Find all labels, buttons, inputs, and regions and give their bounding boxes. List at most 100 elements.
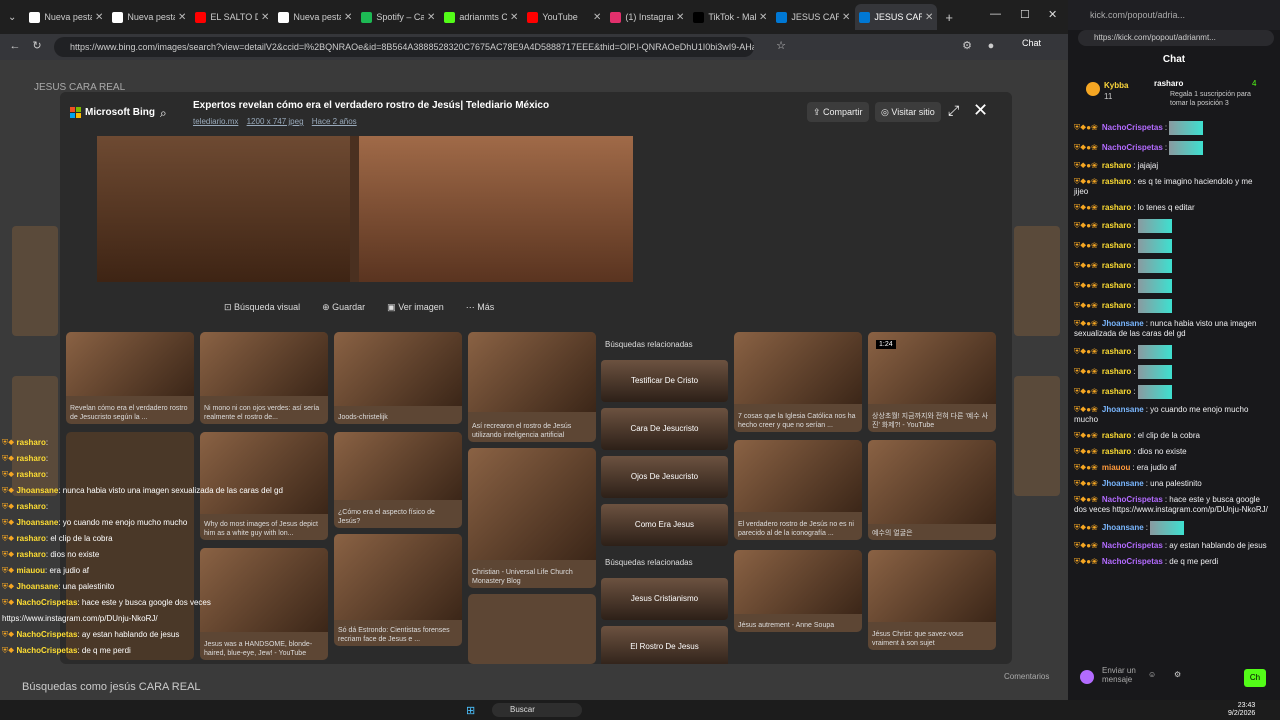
chat-username[interactable]: rasharo [1102, 203, 1131, 212]
profile-icon[interactable]: ● [984, 39, 998, 53]
result-thumb[interactable]: Joods-christelijk [334, 332, 462, 424]
result-thumb[interactable]: ¿Cómo era el aspecto físico de Jesús? [334, 432, 462, 528]
chat-username[interactable]: Jhoansane [1102, 479, 1144, 488]
browser-tab[interactable]: JESUS CARA R✕ [855, 4, 938, 30]
chat-message: ⛨◆●❀ rasharo: es q te imagino haciendolo… [1074, 177, 1253, 196]
tab-close-icon[interactable]: ✕ [510, 12, 518, 23]
windows-start-icon[interactable]: ⊞ [466, 704, 475, 717]
tab-close-icon[interactable]: ✕ [593, 12, 601, 23]
badge-icons: ⛨◆●❀ [1074, 143, 1100, 153]
message-input[interactable]: Enviar un mensaje [1102, 666, 1138, 684]
related-item[interactable]: Jesus Cristianismo [601, 578, 728, 620]
result-thumb[interactable]: 상상초월! 지금까지와 전혀 다른 '예수 사진' 화제?! - YouTube… [868, 332, 996, 432]
overlay-chat-line: ⛨◆ rasharo: [2, 454, 49, 463]
kick-url-bar[interactable]: https://kick.com/popout/adrianmt... [1078, 30, 1274, 46]
result-thumb[interactable]: Jésus Christ: que savez-vous vraiment à … [868, 550, 996, 650]
star-icon[interactable]: ☆ [774, 39, 788, 53]
extensions-icon[interactable]: ⚙ [960, 39, 974, 53]
window-close-icon[interactable]: ✕ [1048, 8, 1057, 21]
result-thumb[interactable]: 7 cosas que la Iglesia Católica nos ha h… [734, 332, 862, 432]
chat-username[interactable]: Jhoansane [1102, 319, 1144, 328]
result-thumb[interactable]: Ni mono ni con ojos verdes: así sería re… [200, 332, 328, 424]
browser-tab[interactable]: EL SALTO DE✕ [191, 4, 273, 30]
browser-tab[interactable]: JESUS CARA R✕ [772, 4, 854, 30]
chat-button[interactable]: Chat [1022, 38, 1041, 48]
result-thumb[interactable]: Jesus was a HANDSOME, blonde-haired, blu… [200, 548, 328, 660]
tab-close-icon[interactable]: ✕ [95, 12, 103, 23]
chat-username[interactable]: NachoCrispetas [1102, 495, 1163, 504]
result-thumb[interactable]: Christian - Universal Life Church Monast… [468, 448, 596, 588]
chat-username[interactable]: rasharo [1102, 387, 1131, 396]
chat-username[interactable]: rasharo [1102, 161, 1131, 170]
settings-icon[interactable]: ⚙ [1174, 670, 1181, 679]
minimize-icon[interactable]: — [990, 8, 1001, 20]
browser-tab[interactable]: Spotify – Can✕ [357, 4, 439, 30]
maximize-icon[interactable]: ☐ [1020, 8, 1030, 21]
bg-thumb[interactable] [12, 226, 58, 336]
chat-username[interactable]: NachoCrispetas [1102, 541, 1163, 550]
new-tab-icon[interactable]: + [945, 10, 953, 25]
related-item[interactable]: El Rostro De Jesus [601, 626, 728, 664]
address-bar[interactable]: https://www.bing.com/images/search?view=… [54, 37, 754, 57]
back-icon[interactable]: ← [8, 39, 22, 53]
tab-close-icon[interactable]: ✕ [261, 12, 269, 23]
chat-username[interactable]: NachoCrispetas [1102, 123, 1163, 132]
chat-username[interactable]: rasharo [1102, 281, 1131, 290]
related-item[interactable]: Testificar De Cristo [601, 360, 728, 402]
chat-username[interactable]: rasharo [1102, 301, 1131, 310]
emoji-icon[interactable]: ☺ [1148, 670, 1156, 679]
chat-username[interactable]: rasharo [1102, 367, 1131, 376]
mic-icon[interactable] [1080, 670, 1094, 684]
tab-close-icon[interactable]: ✕ [178, 12, 186, 23]
tab-close-icon[interactable]: ✕ [925, 12, 933, 23]
tab-label: JESUS CARA R [791, 12, 839, 22]
chat-username[interactable]: Jhoansane [1102, 523, 1144, 532]
chat-username[interactable]: miauou [1102, 463, 1130, 472]
tab-menu-icon[interactable]: ⌄ [8, 12, 16, 23]
chat-username[interactable]: rasharo [1102, 241, 1131, 250]
chat-username[interactable]: rasharo [1102, 431, 1131, 440]
tab-close-icon[interactable]: ✕ [759, 12, 767, 23]
overlay-text: ay estan hablando de jesus [81, 630, 180, 639]
chat-username[interactable]: rasharo [1102, 261, 1131, 270]
tab-close-icon[interactable]: ✕ [842, 12, 850, 23]
chat-text: lo tenes q editar [1137, 203, 1195, 212]
chat-emote-icon [1137, 219, 1172, 233]
browser-tab[interactable]: Nueva pestaña✕ [108, 4, 190, 30]
chat-username[interactable]: NachoCrispetas [1102, 557, 1163, 566]
chat-username[interactable]: rasharo [1102, 221, 1131, 230]
chat-username[interactable]: rasharo [1102, 447, 1131, 456]
badge-icons: ⛨◆●❀ [1074, 479, 1100, 488]
result-thumb[interactable]: Así recrearon el rostro de Jesús utiliza… [468, 332, 596, 442]
result-thumb[interactable]: Só dá Estrondo: Cientistas forenses recr… [334, 534, 462, 646]
browser-tab[interactable]: Nueva pestaña✕ [25, 4, 107, 30]
related-item[interactable]: Ojos De Jesucristo [601, 456, 728, 498]
related-item[interactable]: Como Era Jesus [601, 504, 728, 546]
result-thumb[interactable]: 예수의 얼굴은 [868, 440, 996, 540]
result-thumb[interactable] [468, 594, 596, 664]
tab-close-icon[interactable]: ✕ [676, 12, 684, 23]
browser-tab[interactable]: Nueva pestaña✕ [274, 4, 356, 30]
taskbar-search[interactable]: Buscar [492, 703, 582, 717]
chat-username[interactable]: rasharo [1102, 177, 1131, 186]
bg-thumb[interactable] [1014, 226, 1060, 336]
browser-tab[interactable]: (1) Instagram✕ [606, 4, 688, 30]
browser-tab[interactable]: YouTube ✕ [523, 4, 605, 30]
reload-icon[interactable]: ↻ [30, 39, 44, 53]
tab-close-icon[interactable]: ✕ [427, 12, 435, 23]
browser-tab[interactable]: adrianmts Cli ✕ [440, 4, 522, 30]
send-chat-button[interactable]: Ch [1244, 669, 1266, 687]
related-item[interactable]: Cara De Jesucristo [601, 408, 728, 450]
chat-emote-icon [1137, 279, 1172, 293]
browser-tab[interactable]: TikTok - Make✕ [689, 4, 771, 30]
chat-username[interactable]: Jhoansane [1102, 405, 1144, 414]
result-thumb[interactable]: El verdadero rostro de Jesús no es ni pa… [734, 440, 862, 540]
result-thumb[interactable]: Jésus autrement - Anne Soupa [734, 550, 862, 632]
comments-button[interactable]: Comentarios [1004, 672, 1049, 681]
chat-username[interactable]: rasharo [1102, 347, 1131, 356]
chat-username[interactable]: NachoCrispetas [1102, 143, 1163, 152]
bg-thumb[interactable] [1014, 376, 1060, 496]
tab-close-icon[interactable]: ✕ [344, 12, 352, 23]
result-thumb[interactable]: Revelan cómo era el verdadero rostro de … [66, 332, 194, 424]
chat-message: ⛨◆●❀ rasharo: [1068, 342, 1274, 362]
